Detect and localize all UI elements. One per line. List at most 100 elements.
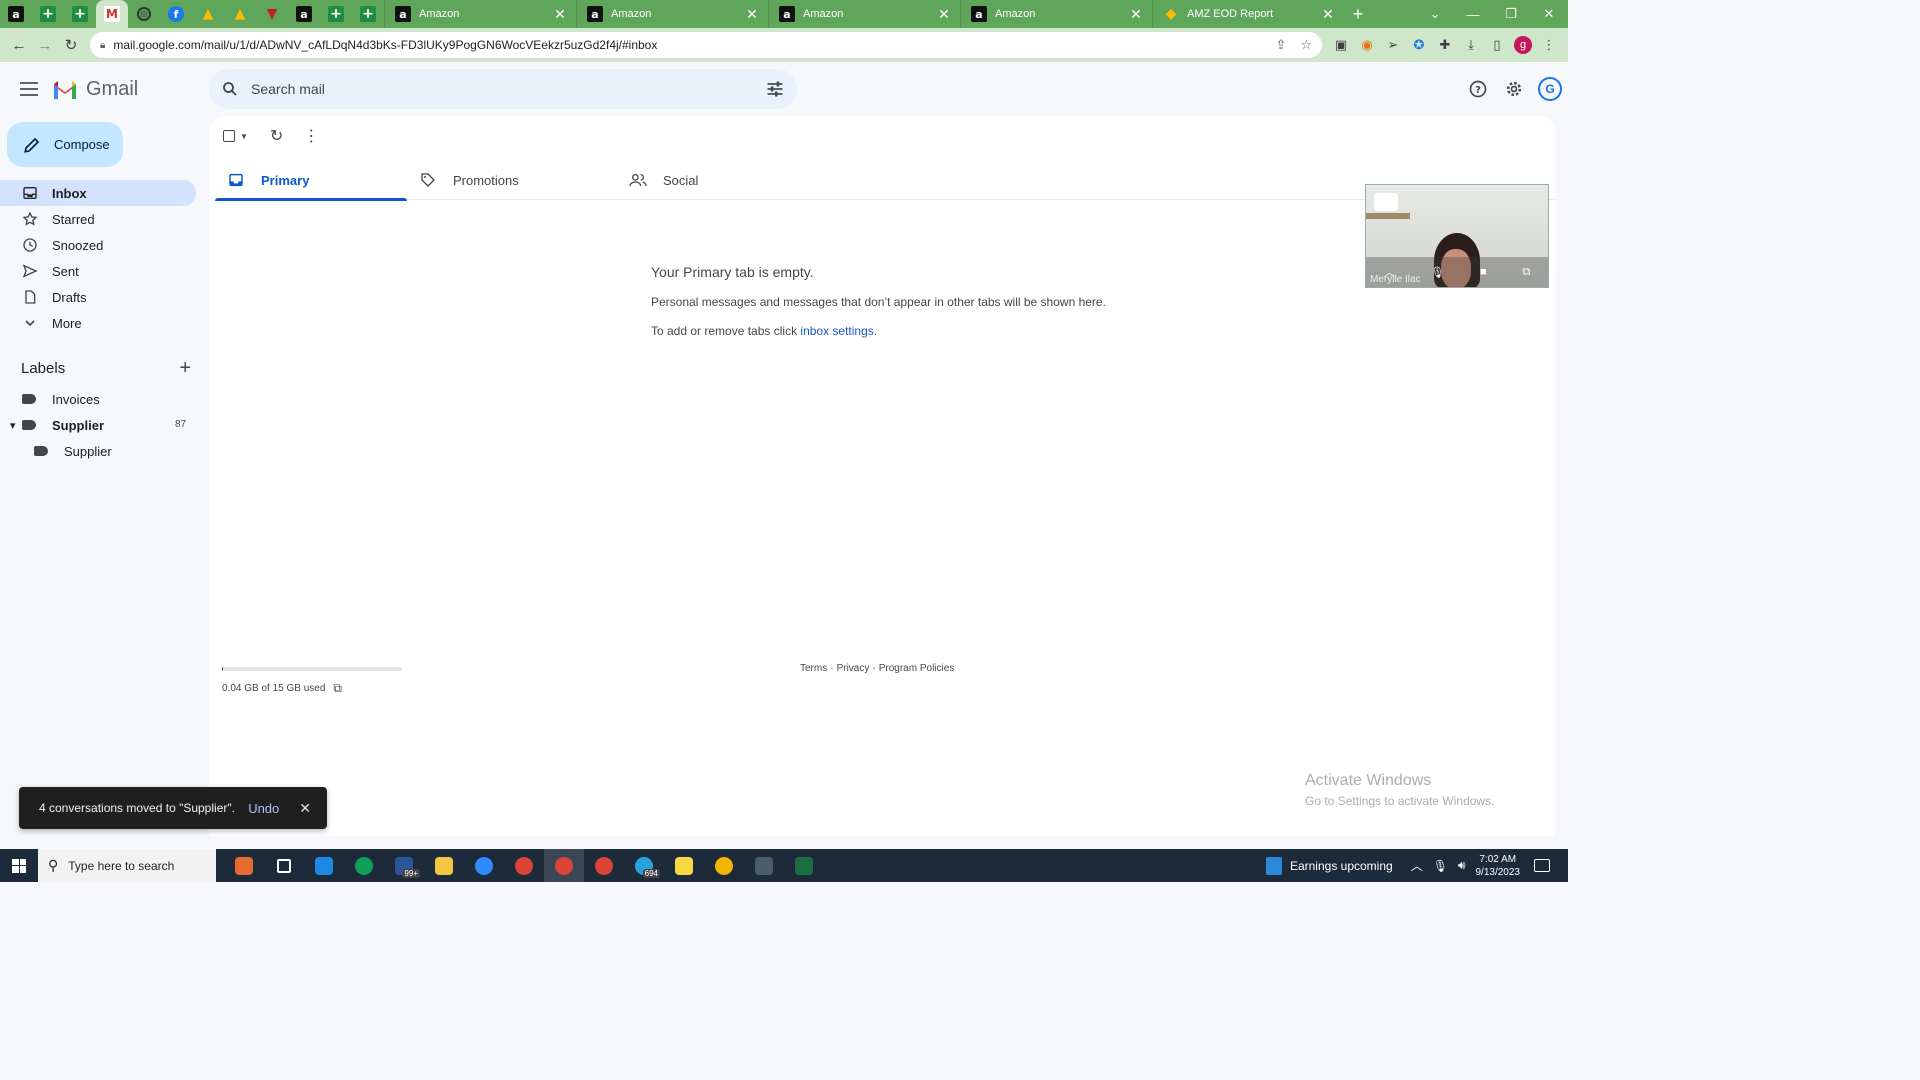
terms-link[interactable]: Terms — [800, 663, 827, 674]
search-input[interactable] — [251, 81, 765, 97]
chevron-up-icon[interactable]: ︿ — [1411, 857, 1423, 874]
more-vert-icon[interactable]: ⋮ — [303, 126, 319, 146]
taskbar-app[interactable] — [264, 849, 304, 882]
pinned-tab[interactable]: + — [352, 0, 384, 28]
browser-tab[interactable]: a Amazon ✕ — [768, 0, 960, 28]
clock[interactable]: 7:02 AM 9/13/2023 — [1476, 853, 1521, 879]
google-account-avatar[interactable]: G — [1538, 74, 1562, 104]
pinned-tab[interactable]: f — [160, 0, 192, 28]
minimize-button[interactable]: — — [1454, 7, 1492, 22]
main-menu-icon[interactable] — [17, 77, 41, 101]
sidebar-item-starred[interactable]: Starred — [0, 206, 196, 232]
bookmark-star-icon[interactable]: ☆ — [1300, 37, 1312, 53]
pinned-tab[interactable]: ◎ — [128, 0, 160, 28]
browser-tab[interactable]: ◆ AMZ EOD Report ✕ — [1152, 0, 1344, 28]
taskbar-app[interactable] — [744, 849, 784, 882]
search-icon[interactable] — [221, 80, 239, 98]
taskbar-app[interactable]: 694 — [624, 849, 664, 882]
taskbar-app[interactable] — [304, 849, 344, 882]
label-supplier[interactable]: Supplier — [34, 438, 112, 464]
browser-tab[interactable]: a Amazon ✕ — [384, 0, 576, 28]
taskbar-app[interactable] — [504, 849, 544, 882]
microphone-off-icon[interactable]: 🎙︎ — [1430, 266, 1444, 279]
taskbar-app[interactable] — [544, 849, 584, 882]
taskbar-app[interactable] — [704, 849, 744, 882]
tab-social[interactable]: Social — [617, 160, 809, 200]
close-icon[interactable]: ✕ — [299, 800, 311, 817]
video-call-pip[interactable]: ︿ 🎙︎ ■ ⧉ Merylle Ilac — [1365, 184, 1549, 288]
notifications-icon[interactable] — [1534, 859, 1550, 872]
puzzle-icon[interactable]: ✚ — [1432, 32, 1458, 58]
taskbar-app[interactable] — [224, 849, 264, 882]
taskbar-search[interactable]: ⚲ Type here to search — [38, 849, 216, 882]
sidebar-item-more[interactable]: More — [0, 310, 196, 336]
expand-caret-icon[interactable]: ▾ — [10, 419, 16, 432]
close-icon[interactable]: ✕ — [936, 6, 952, 23]
taskbar-app[interactable] — [784, 849, 824, 882]
close-window-button[interactable]: ✕ — [1530, 6, 1568, 22]
gmail-logo[interactable]: Gmail — [52, 78, 138, 101]
open-external-icon[interactable]: ⧉ — [333, 681, 342, 696]
pinned-tab[interactable]: ▲ — [192, 0, 224, 28]
select-all-checkbox[interactable]: ▼ — [223, 130, 248, 142]
add-label-icon[interactable]: + — [179, 358, 191, 378]
compose-button[interactable]: Compose — [7, 122, 123, 167]
extension-blue-icon[interactable]: ✪ — [1406, 32, 1432, 58]
tab-promotions[interactable]: Promotions — [407, 160, 617, 200]
browser-menu-icon[interactable]: ⋮ — [1536, 32, 1562, 58]
close-icon[interactable]: ✕ — [552, 6, 568, 23]
video-camera-icon[interactable]: ■ — [1480, 266, 1487, 278]
taskbar-app[interactable] — [464, 849, 504, 882]
address-bar[interactable]: 🔒︎ mail.google.com/mail/u/1/d/ADwNV_cAfL… — [90, 32, 1322, 58]
label-invoices[interactable]: Invoices — [22, 386, 100, 412]
help-icon[interactable]: ? — [1466, 74, 1490, 104]
undo-button[interactable]: Undo — [248, 801, 279, 816]
pinned-tab[interactable]: + — [64, 0, 96, 28]
new-tab-button[interactable]: + — [1344, 4, 1372, 25]
profile-avatar[interactable]: g — [1510, 32, 1536, 58]
pinned-tab[interactable]: ▲ — [224, 0, 256, 28]
popout-icon[interactable]: ⧉ — [1522, 266, 1530, 279]
pinned-tab[interactable]: ▼ — [256, 0, 288, 28]
sidebar-item-sent[interactable]: Sent — [0, 258, 196, 284]
back-button[interactable]: ← — [6, 32, 32, 58]
pinned-tab[interactable]: + — [32, 0, 64, 28]
taskbar-app[interactable] — [424, 849, 464, 882]
news-widget[interactable]: Earnings upcoming — [1265, 856, 1393, 875]
download-icon[interactable]: ⤓ — [1458, 32, 1484, 58]
inbox-settings-link[interactable]: inbox settings — [800, 324, 873, 338]
maximize-button[interactable]: ❐ — [1492, 6, 1530, 22]
extension-off-icon[interactable]: ▣ — [1328, 32, 1354, 58]
extension-arrow-icon[interactable]: ➢ — [1380, 32, 1406, 58]
start-button[interactable] — [0, 849, 38, 882]
sidebar-item-snoozed[interactable]: Snoozed — [0, 232, 196, 258]
search-bar[interactable] — [209, 69, 797, 109]
forward-button[interactable]: → — [32, 32, 58, 58]
tab-primary[interactable]: Primary — [215, 160, 407, 201]
refresh-icon[interactable]: ↻ — [270, 126, 283, 146]
label-supplier[interactable]: ▾ Supplier — [10, 412, 104, 438]
taskbar-app[interactable] — [584, 849, 624, 882]
reload-button[interactable]: ↻ — [58, 32, 84, 58]
pinned-tab[interactable]: + — [320, 0, 352, 28]
settings-gear-icon[interactable] — [1502, 74, 1526, 104]
pinned-tab[interactable]: M — [96, 0, 128, 28]
taskbar-app[interactable] — [344, 849, 384, 882]
share-icon[interactable]: ⇪ — [1275, 37, 1286, 53]
taskbar-app[interactable] — [664, 849, 704, 882]
close-icon[interactable]: ✕ — [1320, 6, 1336, 23]
close-icon[interactable]: ✕ — [744, 6, 760, 23]
program-policies-link[interactable]: Program Policies — [879, 663, 955, 674]
browser-tab[interactable]: a Amazon ✕ — [576, 0, 768, 28]
pinned-tab[interactable]: a — [288, 0, 320, 28]
close-icon[interactable]: ✕ — [1128, 6, 1144, 23]
sidebar-item-inbox[interactable]: Inbox — [0, 180, 196, 206]
tab-search-icon[interactable]: ⌄ — [1416, 6, 1454, 22]
browser-tab[interactable]: a Amazon ✕ — [960, 0, 1152, 28]
volume-icon[interactable]: 🔊︎ — [1458, 858, 1466, 873]
extension-color-icon[interactable]: ◉ — [1354, 32, 1380, 58]
search-options-icon[interactable] — [765, 79, 785, 99]
taskbar-app[interactable]: 99+ — [384, 849, 424, 882]
sidebar-item-drafts[interactable]: Drafts — [0, 284, 196, 310]
pinned-tab[interactable]: a — [0, 0, 32, 28]
